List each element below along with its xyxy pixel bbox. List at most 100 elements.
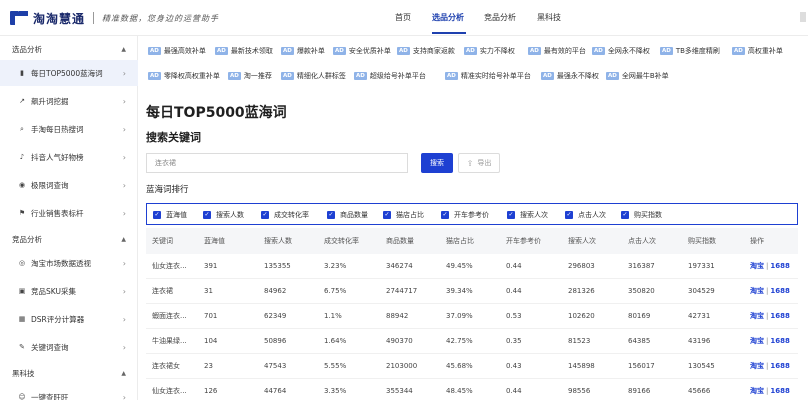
rank-section-title: 蓝海词排行 — [146, 185, 189, 195]
ad-tag[interactable]: AD 超级给号补单平台 — [354, 69, 426, 83]
ad-tag[interactable]: AD 爆款补单 — [281, 44, 325, 58]
taobao-link[interactable]: 淘宝 — [750, 361, 764, 371]
export-button[interactable]: ⇪ 导出 — [458, 153, 500, 173]
ad-badge: AD — [464, 47, 477, 55]
cell-searchers: 47543 — [264, 362, 287, 370]
sidebar-group-black-tech[interactable]: 黑科技 ▲ — [0, 362, 138, 384]
sidebar-item-top5000[interactable]: ▮ 每日TOP5000蓝海词 › — [0, 60, 138, 86]
trend-icon: ↗ — [19, 97, 25, 105]
col-header[interactable]: 购买指数 — [688, 228, 716, 254]
table-row: 连衣裙 31 84962 6.75% 2744717 39.34% 0.44 2… — [146, 279, 798, 304]
cell-products: 346274 — [386, 262, 413, 270]
ad-tag[interactable]: AD 最新技术领取 — [215, 44, 273, 58]
sidebar-item-rising-words[interactable]: ↗ 飙升词挖掘 › — [0, 88, 138, 114]
ad-tag[interactable]: AD 全网永不降权 — [592, 44, 650, 58]
ad-tag[interactable]: AD 高权重补单 — [732, 44, 783, 58]
ad-tag[interactable]: AD 安全优质补单 — [333, 44, 391, 58]
tiktok-icon: ♪ — [19, 153, 25, 161]
nav-black-tech[interactable]: 黑科技 — [537, 12, 561, 23]
chevron-right-icon: › — [122, 314, 126, 324]
ad-tag[interactable]: AD 最强永不降权 — [541, 69, 599, 83]
ad-badge: AD — [732, 47, 745, 55]
taobao-link[interactable]: 淘宝 — [750, 386, 764, 396]
cell-searchers: 135355 — [264, 262, 291, 270]
1688-link[interactable]: 1688 — [770, 287, 789, 295]
taobao-link[interactable]: 淘宝 — [750, 336, 764, 346]
sidebar-item-limit-words[interactable]: ◉ 极限词查询 › — [0, 172, 138, 198]
filter-checkbox[interactable]: ✓ 购买指数 — [621, 210, 662, 220]
col-header[interactable]: 点击人次 — [628, 228, 656, 254]
table-row: 蝦面连衣... 701 62349 1.1% 88942 37.09% 0.53… — [146, 304, 798, 329]
filter-checkbox[interactable]: ✓ 商品数量 — [327, 210, 368, 220]
1688-link[interactable]: 1688 — [770, 262, 789, 270]
cell-click-count: 350820 — [628, 287, 655, 295]
nav-product-analysis[interactable]: 选品分析 — [432, 12, 464, 23]
ad-tag[interactable]: AD TB多维度精刷 — [660, 44, 720, 58]
filter-checkbox[interactable]: ✓ 蓝海值 — [153, 210, 187, 220]
ad-tag[interactable]: AD 精准实时给号补单平台 — [445, 69, 531, 83]
col-header[interactable]: 商品数量 — [386, 228, 414, 254]
filter-checkbox[interactable]: ✓ 成交转化率 — [261, 210, 309, 220]
ad-tag[interactable]: AD 实力不降权 — [464, 44, 515, 58]
data-icon: ◎ — [18, 259, 26, 267]
col-header[interactable]: 猫店占比 — [446, 228, 474, 254]
filter-checkbox[interactable]: ✓ 搜索人次 — [507, 210, 548, 220]
col-header[interactable]: 关键词 — [152, 228, 173, 254]
nav-competitor-analysis[interactable]: 竞品分析 — [484, 12, 516, 23]
chevron-right-icon: › — [122, 258, 126, 268]
taobao-link[interactable]: 淘宝 — [750, 286, 764, 296]
col-header[interactable]: 搜索人数 — [264, 228, 292, 254]
ad-tag[interactable]: AD 淘一推荐 — [228, 69, 272, 83]
sidebar-item-hot-search[interactable]: ⌕ 手淘每日热搜词 › — [0, 116, 138, 142]
filter-checkbox[interactable]: ✓ 点击人次 — [565, 210, 606, 220]
ad-tag[interactable]: AD 零降权高权重补单 — [148, 69, 220, 83]
chevron-right-icon: › — [122, 208, 126, 218]
sidebar-item-dsr-calculator[interactable]: ▦ DSR评分计算器 › — [0, 306, 138, 332]
keyword-search-input[interactable]: 连衣裙 — [146, 153, 408, 173]
ad-tag[interactable]: AD 全网最牛B补单 — [606, 69, 669, 83]
ad-tag[interactable]: AD 最强高效补单 — [148, 44, 206, 58]
cell-conversion: 3.35% — [324, 387, 347, 395]
ad-tag-label: 淘一推荐 — [243, 72, 272, 80]
filter-checkbox[interactable]: ✓ 搜索人数 — [203, 210, 244, 220]
filter-checkbox[interactable]: ✓ 开车参考价 — [441, 210, 489, 220]
col-header[interactable]: 蓝海值 — [204, 228, 225, 254]
sidebar-item-douyin[interactable]: ♪ 抖音人气好物榜 › — [0, 144, 138, 170]
filter-checkbox[interactable]: ✓ 猫店占比 — [383, 210, 424, 220]
ad-tag[interactable]: AD 支持商家返款 — [397, 44, 455, 58]
1688-link[interactable]: 1688 — [770, 387, 789, 395]
chevron-right-icon: › — [122, 180, 126, 190]
ad-tag[interactable]: AD 精细化人群标签 — [281, 69, 346, 83]
sidebar-item-sku-collect[interactable]: ▣ 竞品SKU采集 › — [0, 278, 138, 304]
sidebar-item-wangwang[interactable]: ☺ 一键查旺旺 › — [0, 384, 138, 400]
ad-tag-label: 实力不降权 — [479, 47, 515, 55]
main-content: AD 最强高效补单 AD 最新技术领取 AD 爆款补单 AD 安全优质补单 AD 支持商家… — [138, 36, 808, 400]
filter-label: 开车参考价 — [454, 211, 489, 219]
1688-link[interactable]: 1688 — [770, 337, 789, 345]
cell-actions: 淘宝 | 1688 — [750, 254, 790, 278]
1688-link[interactable]: 1688 — [770, 362, 789, 370]
sidebar-item-market-data[interactable]: ◎ 淘宝市场数据透视 › — [0, 250, 138, 276]
op-separator: | — [766, 262, 769, 270]
chevron-right-icon: › — [122, 152, 126, 162]
col-header[interactable]: 搜索人次 — [568, 228, 596, 254]
col-header: 操作 — [750, 237, 764, 245]
ad-tag[interactable]: AD 最有效的平台 — [528, 44, 586, 58]
1688-link[interactable]: 1688 — [770, 312, 789, 320]
nav-home[interactable]: 首页 — [395, 12, 411, 23]
cell-products: 2744717 — [386, 287, 418, 295]
sidebar-item-keyword-query[interactable]: ✎ 关键词查询 › — [0, 334, 138, 360]
col-header[interactable]: 开车参考价 — [506, 228, 541, 254]
search-button[interactable]: 搜索 — [421, 153, 453, 173]
cell-searchers: 84962 — [264, 287, 287, 295]
taobao-link[interactable]: 淘宝 — [750, 311, 764, 321]
collect-icon: ▣ — [18, 287, 26, 295]
sidebar-group-product-analysis[interactable]: 选品分析 ▲ — [0, 38, 138, 60]
user-avatar[interactable] — [800, 12, 806, 22]
cell-searchers: 62349 — [264, 312, 287, 320]
taobao-link[interactable]: 淘宝 — [750, 261, 764, 271]
sidebar-group-competitor-analysis[interactable]: 竞品分析 ▲ — [0, 228, 138, 250]
col-header[interactable]: 成交转化率 — [324, 228, 359, 254]
sidebar-item-industry-sales[interactable]: ⚑ 行业销售表标杆 › — [0, 200, 138, 226]
cell-ad-price: 0.43 — [506, 362, 522, 370]
